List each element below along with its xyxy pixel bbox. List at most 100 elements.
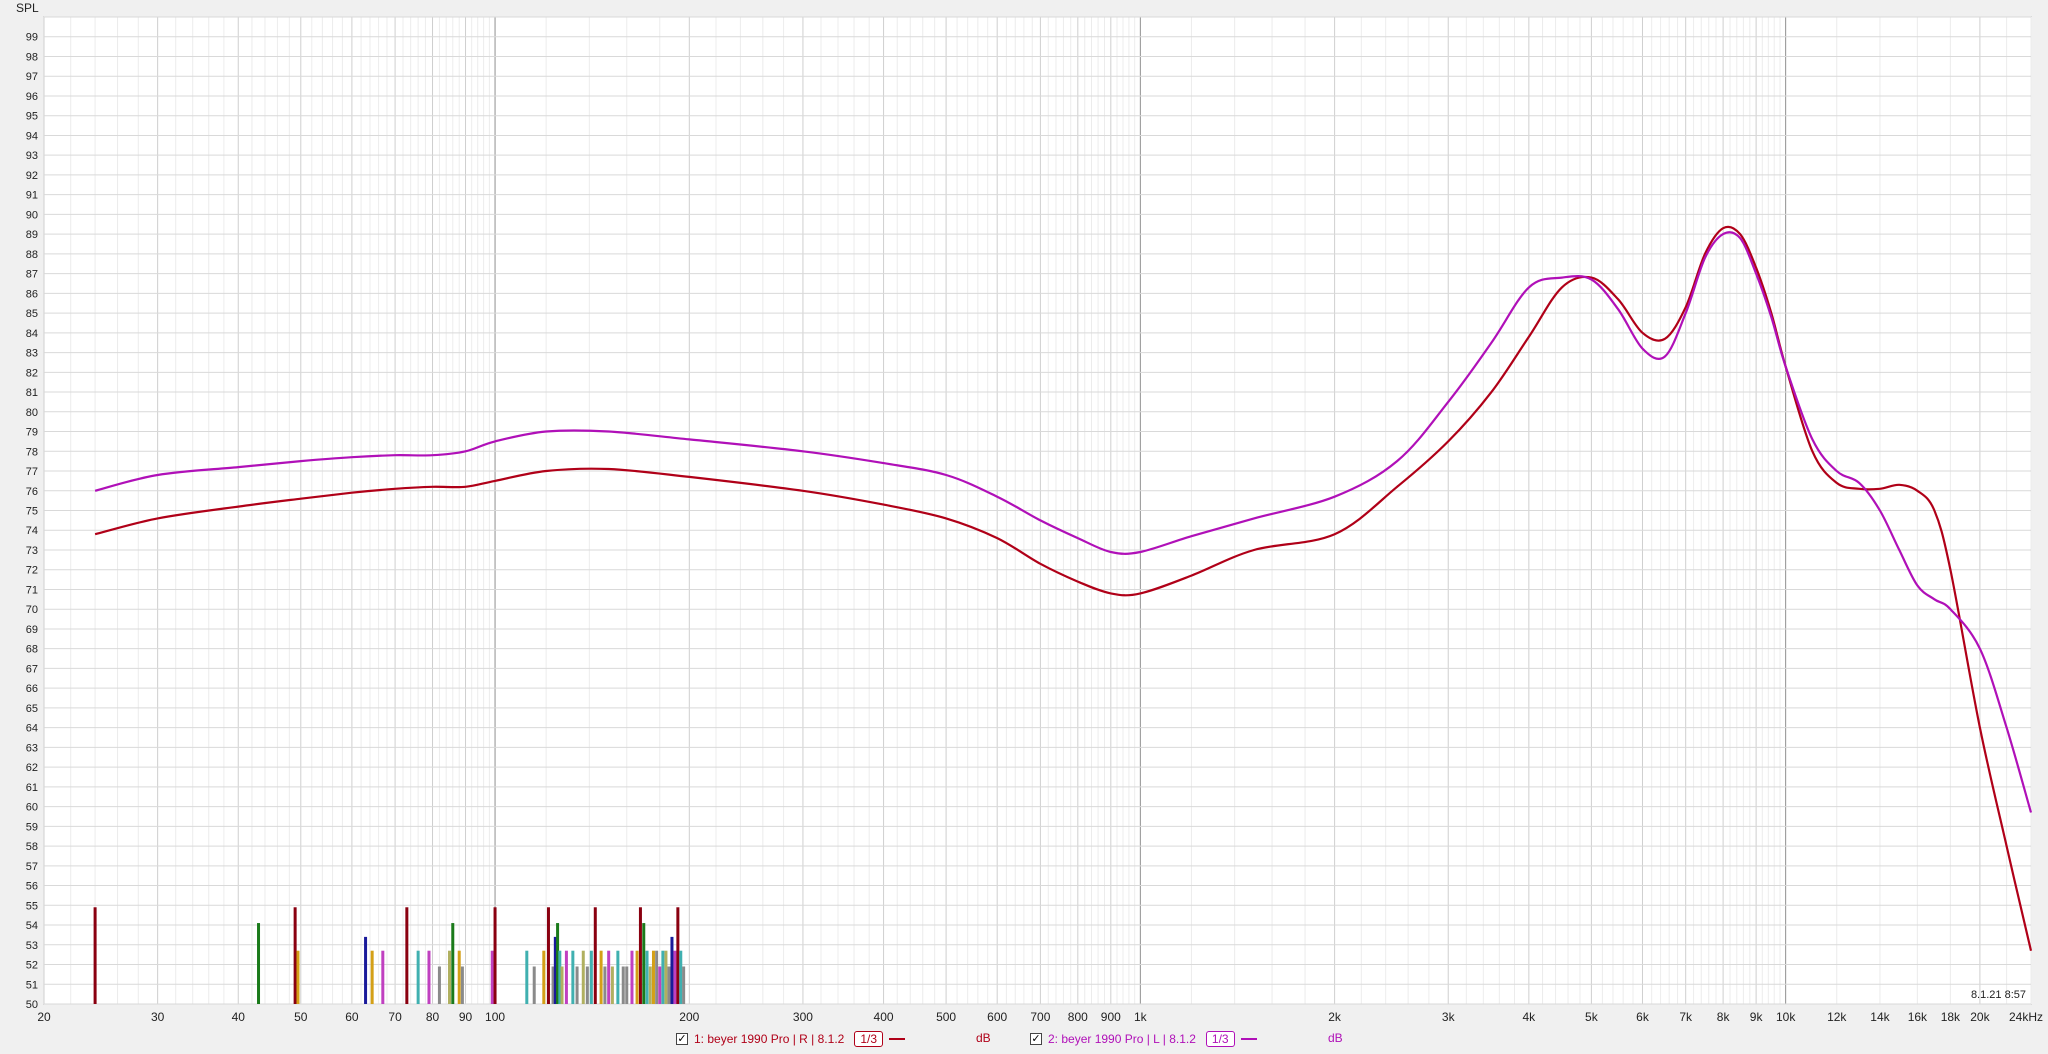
y-tick-label: 74 — [26, 525, 38, 537]
y-tick-label: 84 — [26, 328, 38, 340]
peak-bar — [648, 966, 652, 1004]
peak-bar — [679, 950, 683, 1004]
y-tick-label: 90 — [26, 209, 38, 221]
y-tick-label: 52 — [26, 960, 38, 972]
peak-bar — [490, 950, 494, 1004]
x-tick-label: 400 — [874, 1010, 894, 1024]
y-tick-label: 62 — [26, 762, 38, 774]
y-tick-label: 51 — [26, 979, 38, 991]
peak-bar — [616, 950, 620, 1004]
legend-item-1[interactable]: ✓ 1: beyer 1990 Pro | R | 8.1.2 1/3 — [676, 1031, 906, 1047]
y-tick-label: 63 — [26, 742, 38, 754]
peak-bar — [670, 936, 674, 1004]
x-tick-label: 5k — [1585, 1010, 1599, 1024]
peak-bar — [593, 907, 597, 1004]
y-tick-label: 95 — [26, 111, 38, 123]
peak-bar — [405, 907, 409, 1004]
y-tick-label: 64 — [26, 723, 38, 735]
x-tick-label: 8k — [1717, 1010, 1731, 1024]
peak-bar — [655, 950, 659, 1004]
x-tick-label: 70 — [388, 1010, 402, 1024]
y-tick-label: 88 — [26, 249, 38, 261]
legend: ✓ 1: beyer 1990 Pro | R | 8.1.2 1/3 dB ✓… — [0, 1028, 2048, 1052]
peak-bar — [525, 950, 529, 1004]
peak-bar — [682, 966, 686, 1004]
y-tick-label: 71 — [26, 584, 38, 596]
peak-bar — [457, 950, 461, 1004]
peak-bar — [493, 907, 497, 1004]
y-tick-label: 67 — [26, 663, 38, 675]
x-tick-label: 16k — [1908, 1010, 1928, 1024]
peak-bar — [542, 950, 546, 1004]
peak-bar — [635, 950, 639, 1004]
legend-1-label: 1: beyer 1990 Pro | R | 8.1.2 — [694, 1032, 845, 1046]
legend-2-checkbox[interactable]: ✓ — [1030, 1033, 1042, 1045]
peak-bar — [427, 950, 431, 1004]
y-tick-label: 57 — [26, 861, 38, 873]
timestamp: 8.1.21 8:57 — [1971, 989, 2026, 1001]
y-tick-label: 85 — [26, 308, 38, 320]
y-tick-label: 60 — [26, 802, 38, 814]
y-tick-label: 61 — [26, 782, 38, 794]
peak-bar — [610, 966, 614, 1004]
y-tick-label: 81 — [26, 387, 38, 399]
x-tick-label: 30 — [151, 1010, 165, 1024]
x-tick-label: 200 — [679, 1010, 699, 1024]
frequency-response-chart[interactable]: 50 51 52 53 54 55 56 57 58 59 60 61 62 63 64 65 66 67 68 69… — [0, 0, 2048, 1028]
y-tick-label: 75 — [26, 506, 38, 518]
x-tick-label: 50 — [294, 1010, 308, 1024]
peak-bar — [658, 966, 662, 1004]
x-axis-unit-label: 24kHz — [2009, 1010, 2043, 1024]
peak-bar — [638, 907, 642, 1004]
x-tick-label: 2k — [1328, 1010, 1342, 1024]
y-tick-label: 50 — [26, 999, 38, 1011]
peak-bar — [667, 966, 671, 1004]
peak-bar — [532, 966, 536, 1004]
peak-bar — [664, 950, 668, 1004]
peak-bar — [642, 923, 646, 1004]
x-tick-label: 90 — [459, 1010, 473, 1024]
peak-bar — [93, 907, 97, 1004]
x-tick-label: 7k — [1679, 1010, 1693, 1024]
x-tick-label: 100 — [485, 1010, 505, 1024]
peak-bar — [564, 950, 568, 1004]
peak-bar — [293, 907, 297, 1004]
y-tick-label: 76 — [26, 486, 38, 498]
x-tick-labels: 20 30 40 50 60 70 80 90 100 200 300 400 500 600 700 800… — [37, 1010, 1990, 1024]
peak-bar — [560, 966, 564, 1004]
y-tick-label: 83 — [26, 348, 38, 360]
x-tick-label: 500 — [936, 1010, 956, 1024]
y-tick-labels: 50 51 52 53 54 55 56 57 58 59 60 61 62 63 64 65 66 67 68 69… — [26, 32, 38, 1011]
legend-1-unit: dB — [976, 1031, 991, 1045]
y-tick-label: 86 — [26, 288, 38, 300]
x-tick-label: 12k — [1827, 1010, 1847, 1024]
y-tick-label: 55 — [26, 900, 38, 912]
peak-bar — [575, 966, 579, 1004]
peak-bar — [364, 936, 368, 1004]
x-tick-label: 700 — [1030, 1010, 1050, 1024]
x-tick-label: 3k — [1442, 1010, 1456, 1024]
peak-bar — [673, 950, 677, 1004]
x-tick-label: 18k — [1941, 1010, 1961, 1024]
peak-bar — [451, 923, 455, 1004]
legend-item-2[interactable]: ✓ 2: beyer 1990 Pro | L | 8.1.2 1/3 — [1030, 1031, 1257, 1047]
peak-bar — [571, 950, 575, 1004]
x-tick-label: 60 — [345, 1010, 359, 1024]
legend-1-smoothing[interactable]: 1/3 — [854, 1031, 884, 1047]
y-tick-label: 54 — [26, 920, 38, 932]
y-tick-label: 97 — [26, 71, 38, 83]
peak-bar — [603, 966, 607, 1004]
legend-2-smoothing[interactable]: 1/3 — [1205, 1031, 1235, 1047]
y-tick-label: 94 — [26, 130, 38, 142]
peak-bar — [581, 950, 585, 1004]
y-axis-label: SPL — [16, 1, 39, 15]
y-tick-label: 72 — [26, 565, 38, 577]
legend-1-checkbox[interactable]: ✓ — [676, 1033, 688, 1045]
y-tick-label: 56 — [26, 881, 38, 893]
x-tick-label: 14k — [1870, 1010, 1890, 1024]
y-tick-label: 53 — [26, 940, 38, 952]
y-tick-label: 92 — [26, 170, 38, 182]
peak-bar — [651, 950, 655, 1004]
y-tick-label: 69 — [26, 624, 38, 636]
legend-2-line-swatch — [1240, 1038, 1257, 1040]
